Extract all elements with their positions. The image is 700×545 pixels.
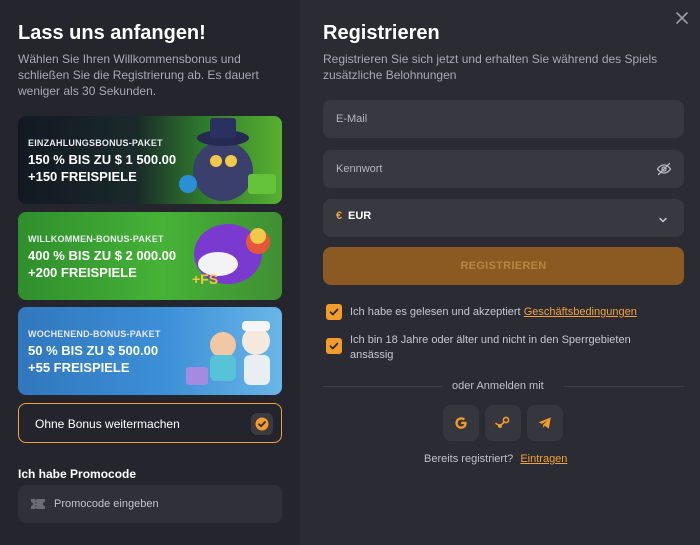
password-field bbox=[323, 150, 684, 188]
currency-select[interactable]: € EUR bbox=[323, 199, 684, 237]
google-login-button[interactable] bbox=[443, 405, 479, 441]
register-button[interactable]: REGISTRIEREN bbox=[323, 247, 684, 285]
bonus-line1: 150 % BIS ZU $ 1 500.00 bbox=[28, 152, 177, 167]
telegram-icon bbox=[538, 417, 551, 429]
bonus-line1: 50 % BIS ZU $ 500.00 bbox=[28, 343, 159, 358]
currency-symbol: € bbox=[336, 210, 343, 222]
email-input[interactable] bbox=[336, 110, 646, 128]
terms-checkbox[interactable] bbox=[326, 304, 342, 320]
bonus-line2: +200 FREISPIELE bbox=[28, 265, 137, 280]
no-bonus-label: Ohne Bonus weitermachen bbox=[35, 417, 180, 431]
promo-heading: Ich habe Promocode bbox=[18, 467, 137, 481]
selected-check-icon bbox=[251, 413, 273, 435]
login-link[interactable]: Eintragen bbox=[520, 453, 567, 465]
close-icon[interactable] bbox=[674, 10, 690, 26]
age-label: Ich bin 18 Jahre oder älter und nicht in… bbox=[350, 334, 631, 361]
bonus-tag: WILLKOMMEN-BONUS-PAKET bbox=[28, 234, 164, 244]
check-icon bbox=[329, 342, 339, 350]
bonus-subtitle: Wählen Sie Ihren Willkommensbonus und sc… bbox=[18, 52, 259, 98]
age-checkbox[interactable] bbox=[326, 338, 342, 354]
check-icon bbox=[329, 308, 339, 316]
currency-value: EUR bbox=[348, 210, 372, 222]
or-login-text: oder Anmelden mit bbox=[452, 380, 544, 392]
registration-modal: Lass uns anfangen! Wählen Sie Ihren Will… bbox=[0, 0, 700, 545]
bonus-line2: +150 FREISPIELE bbox=[28, 169, 137, 184]
divider-left bbox=[323, 386, 443, 387]
promo-input[interactable] bbox=[54, 495, 264, 513]
register-title: Registrieren bbox=[323, 22, 440, 44]
bonus-card-weekend[interactable]: WOCHENEND-BONUS-PAKET 50 % BIS ZU $ 500.… bbox=[18, 307, 282, 395]
terms-label: Ich habe es gelesen und akzeptiert Gesch… bbox=[350, 306, 637, 318]
bonus-title: Lass uns anfangen! bbox=[18, 22, 206, 44]
bonus-card-welcome[interactable]: +FS WILLKOMMEN-BONUS-PAKET 400 % BIS ZU … bbox=[18, 212, 282, 300]
bonus-line2: +55 FREISPIELE bbox=[28, 360, 130, 375]
eye-off-icon[interactable] bbox=[656, 161, 672, 177]
bonus-panel: Lass uns anfangen! Wählen Sie Ihren Will… bbox=[0, 0, 300, 545]
bonus-tag: EINZAHLUNGSBONUS-PAKET bbox=[28, 138, 163, 148]
already-registered: Bereits registriert? Eintragen bbox=[424, 453, 568, 465]
svg-text:+FS: +FS bbox=[192, 271, 218, 287]
no-bonus-option[interactable]: Ohne Bonus weitermachen bbox=[18, 403, 282, 443]
email-field bbox=[323, 100, 684, 138]
divider-right bbox=[564, 386, 684, 387]
terms-link[interactable]: Geschäftsbedingungen bbox=[524, 306, 637, 318]
bonus-line1: 400 % BIS ZU $ 2 000.00 bbox=[28, 248, 177, 263]
steam-icon bbox=[495, 416, 510, 428]
ticket-icon bbox=[30, 497, 46, 511]
register-subtitle: Registrieren Sie sich jetzt und erhalten… bbox=[323, 52, 658, 82]
chevron-down-icon bbox=[658, 212, 668, 223]
password-input[interactable] bbox=[336, 160, 646, 178]
telegram-login-button[interactable] bbox=[527, 405, 563, 441]
bonus-tag: WOCHENEND-BONUS-PAKET bbox=[28, 329, 161, 339]
google-icon bbox=[455, 417, 467, 429]
steam-login-button[interactable] bbox=[485, 405, 521, 441]
bonus-card-deposit[interactable]: EINZAHLUNGSBONUS-PAKET 150 % BIS ZU $ 1 … bbox=[18, 116, 282, 204]
promo-field bbox=[18, 485, 282, 523]
